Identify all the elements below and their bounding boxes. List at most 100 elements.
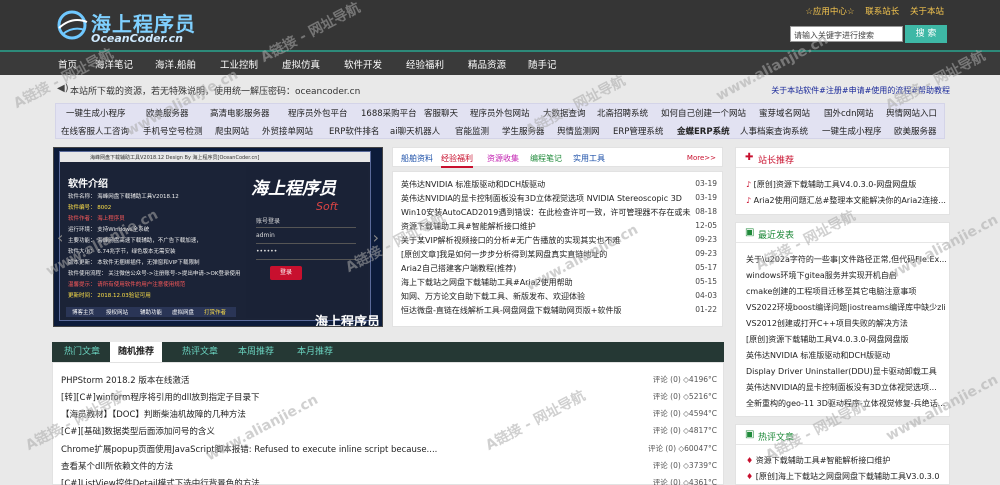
sidebar-latest-item[interactable]: 全新重构的geo-11 3D驱动程序-立体视觉修复-兵绝话... bbox=[746, 398, 946, 409]
top-link-about[interactable]: 关于本站 bbox=[910, 7, 944, 17]
news-tab-resources[interactable]: 资源收集 bbox=[487, 153, 519, 164]
article-row[interactable]: [转][C#]winform程序将引用的dll放到指定子目录下 评论 (0) ◇5… bbox=[61, 391, 717, 405]
nav-industrial-control[interactable]: 工业控制 bbox=[220, 57, 258, 71]
quick-link[interactable]: 金蝶ERP系统 bbox=[677, 125, 730, 137]
news-item[interactable]: 英伟达NVIDIA 标准版驱动和DCH版驱动 03-19 bbox=[401, 179, 717, 191]
quick-link[interactable]: ERP软件排名 bbox=[329, 125, 379, 137]
top-link-app-center[interactable]: ☆应用中心☆ bbox=[805, 7, 854, 17]
quick-link[interactable]: 手机号空号检测 bbox=[143, 125, 203, 137]
quick-link[interactable]: 欧美服务器 bbox=[894, 125, 937, 137]
news-item[interactable]: 资源下载辅助工具#智能解析接口维护 12-05 bbox=[401, 221, 717, 233]
news-tab-coding-notes[interactable]: 编程笔记 bbox=[530, 153, 562, 164]
news-item[interactable]: [原创文章]我是如何一步步分析得到某网盘真实直链地址的 09-23 bbox=[401, 249, 717, 261]
quick-link[interactable]: 爬虫网站 bbox=[215, 125, 249, 137]
quick-link[interactable]: 国外cdn网站 bbox=[824, 107, 873, 119]
sidebar-latest-item[interactable]: [原创]资源下载辅助工具V4.0.3.0-网盘网盘版 bbox=[746, 334, 946, 345]
news-item[interactable]: Win10安装AutoCAD2019遇到错误：在此检查许可一致，许可管理器不存在… bbox=[401, 207, 717, 219]
article-title[interactable]: 查看某个dll所依赖文件的方法 bbox=[61, 460, 621, 472]
quick-link[interactable]: 人事档案查询系统 bbox=[740, 125, 808, 137]
article-title[interactable]: [C#][基础]数据类型后面添加问号的含义 bbox=[61, 425, 621, 437]
article-row[interactable]: [C#]ListView控件Detail模式下选中行背景色的方法 评论 (0) ◇… bbox=[61, 477, 717, 485]
quick-link[interactable]: 在线客服人工咨询 bbox=[61, 125, 129, 137]
nav-ocean-ship[interactable]: 海洋.船舶 bbox=[155, 57, 196, 71]
news-item[interactable]: 关于某VIP解析视频接口的分析#无广告播放的实现其实也不难 09-23 bbox=[401, 235, 717, 247]
image-slider[interactable]: 海峰网盘下载辅助工具V2018.12 Design By 海上程序员[Ocean… bbox=[53, 147, 383, 327]
sidebar-recommend-item[interactable]: ♪ Aria2使用问题汇总#整理本文能解决你的Aria2连接... bbox=[746, 195, 946, 206]
sidebar-latest-item[interactable]: VS2012创建或打开C++项目失败的解决方法 bbox=[746, 318, 946, 329]
article-title[interactable]: [转][C#]winform程序将引用的dll放到指定子目录下 bbox=[61, 391, 621, 403]
slider-prev-icon[interactable]: ‹ bbox=[57, 228, 63, 247]
tab-random[interactable]: 随机推荐 bbox=[110, 342, 163, 362]
quick-link[interactable]: 大数据查询 bbox=[543, 107, 586, 119]
news-tab-ship-materials[interactable]: 船舶资料 bbox=[401, 153, 433, 164]
nav-resources[interactable]: 精品资源 bbox=[468, 57, 506, 71]
slider-next-icon[interactable]: › bbox=[373, 228, 379, 247]
article-title[interactable]: Chrome扩展popup页面使用JavaScript脚本报错: Refused… bbox=[61, 443, 621, 455]
news-item[interactable]: Aria2自己搭建客户端教程(推荐) 05-17 bbox=[401, 263, 717, 275]
sidebar-latest-item[interactable]: cmake创建的工程项目迁移至其它电脑注意事项 bbox=[746, 286, 946, 297]
quick-link[interactable]: 程序员外包网站 bbox=[470, 107, 530, 119]
tab-month[interactable]: 本月推荐 bbox=[297, 342, 333, 362]
sidebar-hot-item[interactable]: ♦ 资源下载辅助工具#智能解析接口维护 bbox=[746, 455, 946, 466]
quick-link[interactable]: 如何自己创建一个网站 bbox=[661, 107, 746, 119]
quick-link[interactable]: 舆情监测网 bbox=[557, 125, 600, 137]
article-row[interactable]: PHPStorm 2018.2 版本在线激活 评论 (0) ◇4196°C bbox=[61, 374, 717, 388]
sidebar-recommend-item[interactable]: ♪ [原创]资源下载辅助工具V4.0.3.0-网盘网盘版 bbox=[746, 179, 946, 190]
quick-link[interactable]: 客服聊天 bbox=[424, 107, 458, 119]
quick-link[interactable]: 欧美服务器 bbox=[146, 107, 189, 119]
news-tab-tools[interactable]: 实用工具 bbox=[573, 153, 605, 164]
news-title[interactable]: 海上下载站之网盘下载辅助工具#Aria2使用帮助 bbox=[401, 277, 691, 288]
tab-hot-articles[interactable]: 热门文章 bbox=[64, 342, 100, 362]
news-title[interactable]: 恒达微盘-直链在线解析工具-网盘网盘下载辅助网页版+软件版 bbox=[401, 305, 691, 316]
quick-link[interactable]: ai聊天机器人 bbox=[390, 125, 440, 137]
quick-link[interactable]: 学生服务器 bbox=[502, 125, 545, 137]
sidebar-latest-item[interactable]: VS2022环境boost编译问题|iostreams编译库中缺少zli... bbox=[746, 302, 946, 313]
quick-link[interactable]: 外贸接单网站 bbox=[262, 125, 313, 137]
tab-hot-comments[interactable]: 热评文章 bbox=[182, 342, 218, 362]
nav-ocean-notes[interactable]: 海洋笔记 bbox=[95, 57, 133, 71]
news-more-link[interactable]: More>> bbox=[687, 154, 716, 162]
quick-link[interactable]: 舆情网站入口 bbox=[886, 107, 937, 119]
article-title[interactable]: PHPStorm 2018.2 版本在线激活 bbox=[61, 374, 621, 386]
quick-link[interactable]: 1688采购平台 bbox=[361, 107, 417, 119]
quick-link[interactable]: 北斋招聘系统 bbox=[597, 107, 648, 119]
quick-link[interactable]: ERP管理系统 bbox=[613, 125, 663, 137]
article-row[interactable]: 查看某个dll所依赖文件的方法 评论 (0) ◇3739°C bbox=[61, 460, 717, 474]
search-button[interactable]: 搜 索 bbox=[905, 25, 947, 43]
news-item[interactable]: 英伟达NVIDIA的显卡控制面板没有3D立体视觉选项 NVIDIA Stereo… bbox=[401, 193, 717, 205]
help-link[interactable]: 关于本站软件#注册#申请#使用的流程#帮助教程 bbox=[771, 85, 950, 96]
nav-virtual-sim[interactable]: 虚拟仿真 bbox=[282, 57, 320, 71]
sidebar-latest-item[interactable]: 关于\u202a字符的一些事|文件路径正常,但代码Fle.Ex... bbox=[746, 254, 946, 265]
sidebar-hot-item[interactable]: ♦ [原创]海上下载站之网盘网盘下载辅助工具V3.0.3.0 bbox=[746, 471, 946, 482]
nav-notes[interactable]: 随手记 bbox=[528, 57, 557, 71]
sidebar-latest-item[interactable]: windows环境下gitea服务并实现开机自启 bbox=[746, 270, 946, 281]
sidebar-latest-item[interactable]: 英伟达NVIDIA的显卡控制面板没有3D立体视觉选项... bbox=[746, 382, 946, 393]
news-item[interactable]: 海上下载站之网盘下载辅助工具#Aria2使用帮助 05-15 bbox=[401, 277, 717, 289]
article-title[interactable]: [C#]ListView控件Detail模式下选中行背景色的方法 bbox=[61, 477, 621, 485]
quick-link[interactable]: 高清电影服务器 bbox=[210, 107, 270, 119]
quick-link[interactable]: 蜜芽域名网站 bbox=[759, 107, 810, 119]
news-title[interactable]: 关于某VIP解析视频接口的分析#无广告播放的实现其实也不难 bbox=[401, 235, 691, 246]
news-title[interactable]: Win10安装AutoCAD2019遇到错误：在此检查许可一致，许可管理器不存在… bbox=[401, 207, 691, 218]
nav-home[interactable]: 首页 bbox=[58, 57, 77, 71]
news-tab-experience[interactable]: 经验福利 bbox=[441, 153, 473, 168]
quick-link[interactable]: 程序员外包平台 bbox=[288, 107, 348, 119]
quick-link[interactable]: 官能监测 bbox=[455, 125, 489, 137]
news-title[interactable]: 英伟达NVIDIA的显卡控制面板没有3D立体视觉选项 NVIDIA Stereo… bbox=[401, 193, 691, 204]
sidebar-latest-item[interactable]: 英伟达NVIDIA 标准版驱动和DCH版驱动 bbox=[746, 350, 946, 361]
article-row[interactable]: Chrome扩展popup页面使用JavaScript脚本报错: Refused… bbox=[61, 443, 717, 457]
top-link-contact[interactable]: 联系站长 bbox=[865, 7, 899, 17]
article-row[interactable]: 【海员教材】【DOC】判断柴油机故障的几种方法 评论 (0) ◇4594°C bbox=[61, 408, 717, 422]
quick-link[interactable]: 一键生成小程序 bbox=[822, 125, 882, 137]
news-title[interactable]: 知网、万方论文自助下载工具、新版发布、欢迎体验 bbox=[401, 291, 691, 302]
tab-week[interactable]: 本周推荐 bbox=[238, 342, 274, 362]
quick-link[interactable]: 一键生成小程序 bbox=[66, 107, 126, 119]
article-title[interactable]: 【海员教材】【DOC】判断柴油机故障的几种方法 bbox=[61, 408, 621, 420]
nav-software-dev[interactable]: 软件开发 bbox=[344, 57, 382, 71]
news-title[interactable]: Aria2自己搭建客户端教程(推荐) bbox=[401, 263, 691, 274]
news-title[interactable]: [原创文章]我是如何一步步分析得到某网盘真实直链地址的 bbox=[401, 249, 691, 260]
sidebar-latest-item[interactable]: Display Driver Uninstaller(DDU)显卡驱动卸载工具 bbox=[746, 366, 946, 377]
news-item[interactable]: 恒达微盘-直链在线解析工具-网盘网盘下载辅助网页版+软件版 01-22 bbox=[401, 305, 717, 317]
search-input[interactable]: 请输入关键字进行搜索 bbox=[790, 26, 903, 42]
news-title[interactable]: 英伟达NVIDIA 标准版驱动和DCH版驱动 bbox=[401, 179, 691, 190]
